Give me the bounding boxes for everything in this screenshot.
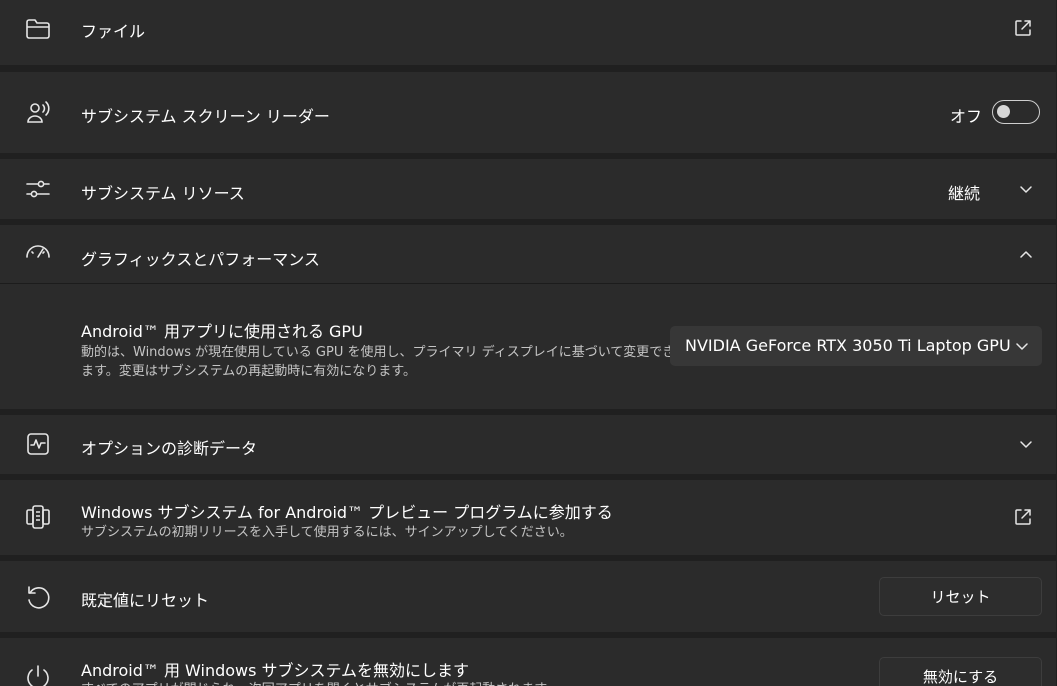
preview-program-row[interactable]: Windows サブシステム for Android™ プレビュー プログラムに… [0, 480, 1056, 555]
sliders-icon [24, 175, 52, 203]
open-external-icon[interactable] [1012, 17, 1034, 39]
narrator-icon [24, 99, 52, 127]
graphics-title: グラフィックスとパフォーマンス [81, 250, 320, 269]
reset-title: 既定値にリセット [81, 591, 210, 610]
reset-row: 既定値にリセット リセット [0, 561, 1056, 632]
resources-row[interactable]: サブシステム リソース 継続 [0, 159, 1056, 219]
graphics-section: グラフィックスとパフォーマンス Android™ 用アプリに使用される GPU … [0, 225, 1056, 409]
power-icon [24, 663, 52, 686]
chevron-up-icon[interactable] [1018, 247, 1034, 263]
chevron-down-icon[interactable] [1018, 181, 1034, 197]
reset-button[interactable]: リセット [879, 577, 1042, 616]
gpu-desc-line1: 動的は、Windows が現在使用している GPU を使用し、プライマリ ディス… [81, 345, 676, 360]
disable-row: Android™ 用 Windows サブシステムを無効にします すべてのアプリ… [0, 638, 1056, 686]
folder-icon [24, 14, 52, 42]
reset-icon [24, 583, 52, 611]
toggle-knob [997, 105, 1010, 118]
diagnostics-title: オプションの診断データ [81, 439, 258, 458]
resources-title: サブシステム リソース [81, 184, 245, 203]
speedometer-icon [24, 241, 52, 269]
diagnostics-row[interactable]: オプションの診断データ [0, 415, 1056, 474]
open-external-icon[interactable] [1012, 506, 1034, 528]
section-divider [0, 283, 1056, 284]
screen-reader-row: サブシステム スクリーン リーダー オフ [0, 72, 1056, 153]
resources-value: 継続 [948, 184, 981, 203]
gpu-select[interactable]: NVIDIA GeForce RTX 3050 Ti Laptop GPU [670, 326, 1042, 366]
file-title: ファイル [81, 22, 146, 41]
gpu-title: Android™ 用アプリに使用される GPU [81, 322, 363, 341]
preview-title: Windows サブシステム for Android™ プレビュー プログラムに… [81, 503, 613, 522]
screen-reader-toggle[interactable] [992, 100, 1040, 124]
disable-desc: すべてのアプリが閉じられ、次回アプリを開くとサブシステムが再起動されます [81, 678, 547, 686]
devices-icon [24, 503, 52, 531]
activity-icon [24, 430, 52, 458]
chevron-down-icon[interactable] [1018, 436, 1034, 452]
gpu-desc-line2: ます。変更はサブシステムの再起動時に有効になります。 [81, 364, 417, 379]
chevron-down-icon [1014, 338, 1030, 354]
disable-button[interactable]: 無効にする [879, 657, 1042, 686]
settings-page: ファイル サブシステム スクリーン リーダー オフ サブシステム リソース 継続… [0, 0, 1057, 686]
screen-reader-state-label: オフ [950, 107, 983, 126]
gpu-selected-value: NVIDIA GeForce RTX 3050 Ti Laptop GPU [685, 336, 1011, 355]
preview-desc: サブシステムの初期リリースを入手して使用するには、サインアップしてください。 [81, 525, 573, 540]
file-row[interactable]: ファイル [0, 0, 1056, 65]
screen-reader-title: サブシステム スクリーン リーダー [81, 107, 330, 126]
